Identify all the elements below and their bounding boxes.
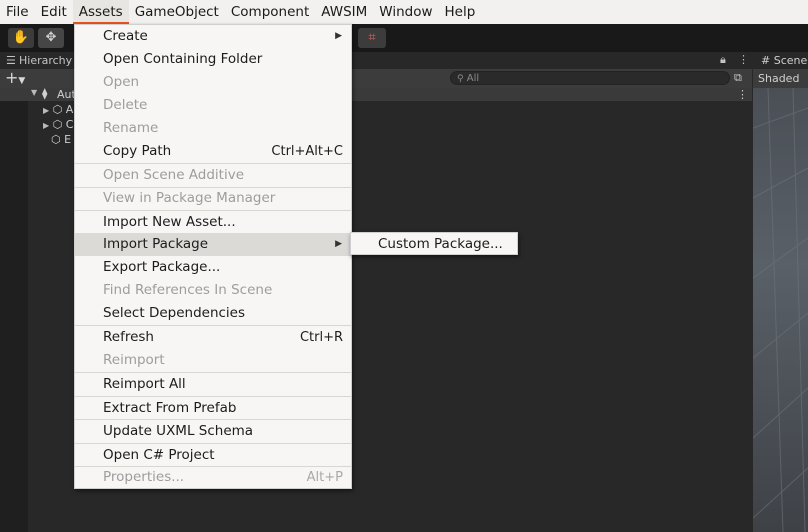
shading-mode-label: Shaded <box>758 72 800 85</box>
scene-grid <box>753 88 808 532</box>
menu-item-label: Open Containing Folder <box>103 51 263 67</box>
tree-item-label: C <box>65 118 74 131</box>
menu-help[interactable]: Help <box>439 0 482 24</box>
gameobject-cube-icon: ⬡ <box>52 103 63 116</box>
move-tool-button[interactable]: ✥ <box>38 28 64 48</box>
menu-item-label: Update UXML Schema <box>103 423 254 439</box>
menu-item-properties[interactable]: Properties... Alt+P <box>75 466 351 489</box>
gameobject-cube-icon: ⬡ <box>51 133 61 146</box>
scene-viewport[interactable] <box>753 88 808 532</box>
menu-item-open-containing-folder[interactable]: Open Containing Folder <box>75 48 351 71</box>
menu-item-label: Open Scene Additive <box>103 167 245 183</box>
tree-item[interactable]: ⬡ E <box>51 133 71 147</box>
search-options-icon[interactable]: ⧉ <box>734 71 742 85</box>
move-arrows-icon: ✥ <box>45 30 57 45</box>
menu-component[interactable]: Component <box>225 0 315 24</box>
menu-item-custom-package[interactable]: Custom Package... <box>351 233 517 256</box>
list-icon: ☰ <box>6 54 16 67</box>
menu-item-find-references[interactable]: Find References In Scene <box>75 279 351 302</box>
menu-item-label: Select Dependencies <box>103 305 246 321</box>
tree-item[interactable]: ▶ ⬡ C <box>43 118 73 132</box>
lock-icon[interactable]: 🔒︎ <box>720 53 726 67</box>
submenu-arrow-icon: ▶ <box>335 239 342 249</box>
menu-item-label: Custom Package... <box>378 236 503 252</box>
import-package-submenu: Custom Package... <box>350 232 518 255</box>
menu-item-reimport-all[interactable]: Reimport All <box>75 373 351 396</box>
hierarchy-gutter <box>0 101 28 532</box>
main-menu-bar: File Edit Assets GameObject Component AW… <box>0 0 808 24</box>
scene-options-icon[interactable]: ⋮ <box>737 88 748 101</box>
menu-item-label: Import New Asset... <box>103 214 236 230</box>
menu-item-open[interactable]: Open <box>75 71 351 94</box>
menu-item-rename[interactable]: Rename <box>75 117 351 140</box>
menu-item-refresh[interactable]: Refresh Ctrl+R <box>75 326 351 349</box>
menu-item-label: View in Package Manager <box>103 190 276 206</box>
menu-item-select-dependencies[interactable]: Select Dependencies <box>75 302 351 325</box>
menu-item-label: Rename <box>103 120 159 136</box>
menu-item-label: Extract From Prefab <box>103 400 237 416</box>
hierarchy-search-field[interactable]: ⚲ All <box>450 71 730 85</box>
menu-item-import-new-asset[interactable]: Import New Asset... <box>75 211 351 234</box>
more-options-icon[interactable]: ⋮ <box>738 53 749 66</box>
grid-snap-button[interactable]: ⌗ <box>358 28 386 48</box>
menu-item-label: Reimport <box>103 352 165 368</box>
grid-snap-icon: ⌗ <box>368 30 376 45</box>
menu-item-label: Delete <box>103 97 148 113</box>
shading-mode-dropdown[interactable]: Shaded <box>753 69 808 88</box>
shortcut-label: Ctrl+R <box>299 330 343 345</box>
scene-tab[interactable]: # Scene <box>753 52 808 69</box>
tree-item-label: A <box>65 103 74 116</box>
menu-item-label: Find References In Scene <box>103 282 273 298</box>
search-placeholder: All <box>466 73 480 84</box>
menu-item-label: Refresh <box>103 329 154 345</box>
dropdown-arrow-icon: ▼ <box>18 76 26 86</box>
menu-item-update-uxml-schema[interactable]: Update UXML Schema <box>75 420 351 443</box>
menu-item-extract-from-prefab[interactable]: Extract From Prefab <box>75 397 351 420</box>
menu-item-copy-path[interactable]: Copy Path Ctrl+Alt+C <box>75 140 351 163</box>
hierarchy-tab[interactable]: Hierarchy <box>19 54 72 67</box>
menu-awsim[interactable]: AWSIM <box>315 0 373 24</box>
menu-item-label: Reimport All <box>103 376 186 392</box>
menu-file[interactable]: File <box>0 0 35 24</box>
menu-window[interactable]: Window <box>373 0 438 24</box>
menu-item-import-package[interactable]: Import Package ▶ <box>75 233 351 256</box>
tree-item-label: E <box>64 133 72 146</box>
menu-item-create[interactable]: Create ▶ <box>75 25 351 48</box>
menu-item-label: Export Package... <box>103 259 221 275</box>
scene-name: Aut <box>57 88 76 101</box>
grid-icon: # <box>761 54 771 67</box>
scene-tab-label: Scene <box>773 54 808 67</box>
shortcut-label: Ctrl+Alt+C <box>271 144 343 159</box>
menu-assets[interactable]: Assets <box>72 0 129 24</box>
menu-item-label: Open C# Project <box>103 447 215 463</box>
menu-item-label: Create <box>103 28 148 44</box>
search-icon: ⚲ <box>457 74 464 84</box>
menu-gameobject[interactable]: GameObject <box>129 0 225 24</box>
menu-item-open-csharp-project[interactable]: Open C# Project <box>75 444 351 467</box>
expand-arrow-icon[interactable]: ▼ <box>31 88 37 97</box>
plus-icon: + <box>5 68 19 87</box>
menu-item-open-scene-additive[interactable]: Open Scene Additive <box>75 164 351 187</box>
expand-arrow-icon[interactable]: ▶ <box>43 121 49 130</box>
menu-item-reimport[interactable]: Reimport <box>75 349 351 372</box>
menu-item-label: Open <box>103 74 140 90</box>
assets-dropdown-menu: Create ▶ Open Containing Folder Open Del… <box>74 24 352 489</box>
hand-icon: ✋ <box>12 30 30 45</box>
menu-edit[interactable]: Edit <box>35 0 73 24</box>
menu-item-view-in-package-manager[interactable]: View in Package Manager <box>75 187 351 210</box>
gameobject-cube-icon: ⬡ <box>52 118 63 131</box>
expand-arrow-icon[interactable]: ▶ <box>43 106 49 115</box>
menu-item-label: Import Package <box>103 236 209 252</box>
tree-item[interactable]: ▶ ⬡ A <box>43 103 73 117</box>
menu-item-export-package[interactable]: Export Package... <box>75 256 351 279</box>
submenu-arrow-icon: ▶ <box>335 31 342 41</box>
unity-scene-icon: ⧫ <box>42 87 48 100</box>
add-object-button[interactable]: +▼ <box>5 68 25 87</box>
shortcut-label: Alt+P <box>306 470 343 485</box>
menu-item-label: Properties... <box>103 469 185 485</box>
hand-tool-button[interactable]: ✋ <box>8 28 34 48</box>
menu-item-delete[interactable]: Delete <box>75 94 351 117</box>
menu-item-label: Copy Path <box>103 143 172 159</box>
